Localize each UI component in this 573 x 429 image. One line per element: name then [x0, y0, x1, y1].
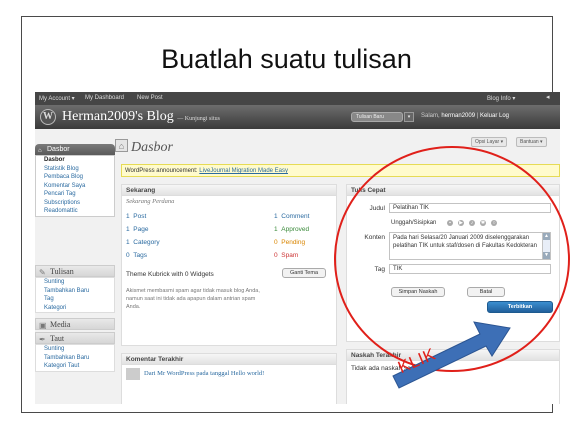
right-now-box: Sekarang Sekarang Perdana 1 Post 1 Page … [121, 184, 337, 346]
akismet-text-1: Akismet membasmi spam agar tidak masuk b… [126, 288, 260, 294]
right-now-subtitle: Sekarang Perdana [126, 198, 175, 205]
menu-section-tulisan[interactable]: ✎ Tulisan [35, 265, 115, 277]
dashboard-submenu: Dasbor Statistik Blog Pembaca Blog Komen… [35, 155, 115, 217]
dashboard-page-icon: ⌂ [115, 139, 128, 152]
stat-approved[interactable]: 1 Approved [274, 226, 309, 233]
menu-item-kategori-taut[interactable]: Kategori Taut [36, 362, 114, 371]
theme-info: Theme Kubrick with 0 Widgets [126, 271, 214, 278]
change-theme-button[interactable]: Ganti Tema [282, 268, 326, 278]
menu-item-tambahkan-taut[interactable]: Tambahkan Baru [36, 354, 114, 363]
menu-item-tambahkan-baru[interactable]: Tambahkan Baru [36, 287, 114, 296]
stat-posts[interactable]: 1 Post [126, 213, 146, 220]
admin-bar: My Account ▾ My Dashboard New Post Blog … [35, 92, 560, 105]
menu-item-statistik[interactable]: Statistik Blog [36, 165, 114, 174]
recent-comments-box: Komentar Terakhir Dari Mr WordPress pada… [121, 353, 337, 404]
blog-title[interactable]: Herman2009's Blog — Kunjungi situs [62, 109, 220, 125]
quick-action-dropdown-icon[interactable]: ▾ [404, 112, 414, 122]
wordpress-logo-icon[interactable]: W [40, 109, 56, 125]
taut-submenu: Sunting Tambahkan Baru Kategori Taut [35, 344, 115, 372]
stat-pages[interactable]: 1 Page [126, 226, 148, 233]
user-name-link[interactable]: herman2009 [441, 113, 475, 119]
stat-pending[interactable]: 0 Pending [274, 239, 305, 246]
user-greeting: Salam, herman2009 | Keluar Log [421, 113, 509, 119]
right-now-title: Sekarang [122, 185, 336, 196]
menu-item-dasbor[interactable]: Dasbor [36, 156, 114, 165]
highlight-ellipse [334, 146, 570, 372]
menu-item-pembaca[interactable]: Pembaca Blog [36, 173, 114, 182]
menu-section-media[interactable]: ▣ Media [35, 318, 115, 330]
slide-title: Buatlah suatu tulisan [161, 44, 412, 74]
menu-item-readomattic[interactable]: Readomattic [36, 207, 114, 216]
my-account-link[interactable]: My Account ▾ [39, 95, 75, 102]
my-dashboard-link[interactable]: My Dashboard [85, 95, 124, 101]
menu-item-pencari-tag[interactable]: Pencari Tag [36, 190, 114, 199]
menu-item-sunting[interactable]: Sunting [36, 278, 114, 287]
recent-comments-title: Komentar Terakhir [122, 354, 336, 365]
menu-item-sunting-taut[interactable]: Sunting [36, 345, 114, 354]
menu-item-tag[interactable]: Tag [36, 295, 114, 304]
stat-spam[interactable]: 0 Spam [274, 252, 298, 259]
admin-sidebar-menu: ⌂ Dasbor Dasbor Statistik Blog Pembaca B… [35, 144, 115, 404]
akismet-text-3: Anda. [126, 304, 141, 310]
visit-site-link[interactable]: — Kunjungi situs [177, 116, 220, 122]
blog-info-link[interactable]: Blog Info ▾ [487, 95, 515, 102]
menu-item-komentar[interactable]: Komentar Saya [36, 182, 114, 191]
site-header: W Herman2009's Blog — Kunjungi situs Tul… [35, 105, 560, 129]
avatar [126, 368, 140, 380]
tulisan-submenu: Sunting Tambahkan Baru Tag Kategori [35, 277, 115, 313]
stat-tags[interactable]: 0 Tags [126, 252, 147, 259]
help-button[interactable]: Bantuan ▾ [516, 137, 547, 147]
admin-bar-menu-icon[interactable]: ◂ [546, 94, 552, 101]
akismet-text-2: namun saat ini tidak ada apapun dalam an… [126, 296, 256, 302]
announcement-link[interactable]: LiveJournal Migration Made Easy [199, 168, 288, 174]
new-post-link[interactable]: New Post [137, 95, 163, 101]
menu-dashboard-header[interactable]: ⌂ Dasbor [35, 144, 115, 155]
menu-section-taut[interactable]: ✒ Taut [35, 332, 115, 344]
menu-item-subscriptions[interactable]: Subscriptions [36, 199, 114, 208]
stat-categories[interactable]: 1 Category [126, 239, 160, 246]
page-title: Dasbor [131, 140, 174, 155]
recent-comment-entry[interactable]: Dari Mr WordPress pada tanggal Hello wor… [144, 370, 264, 377]
media-icon: ▣ [39, 321, 47, 330]
logout-link[interactable]: Keluar Log [480, 113, 509, 119]
stat-comments[interactable]: 1 Comment [274, 213, 309, 220]
quick-action-button[interactable]: Tulisan Baru [351, 112, 403, 122]
screen-options-button[interactable]: Opsi Layar ▾ [471, 137, 508, 147]
menu-item-kategori[interactable]: Kategori [36, 304, 114, 313]
